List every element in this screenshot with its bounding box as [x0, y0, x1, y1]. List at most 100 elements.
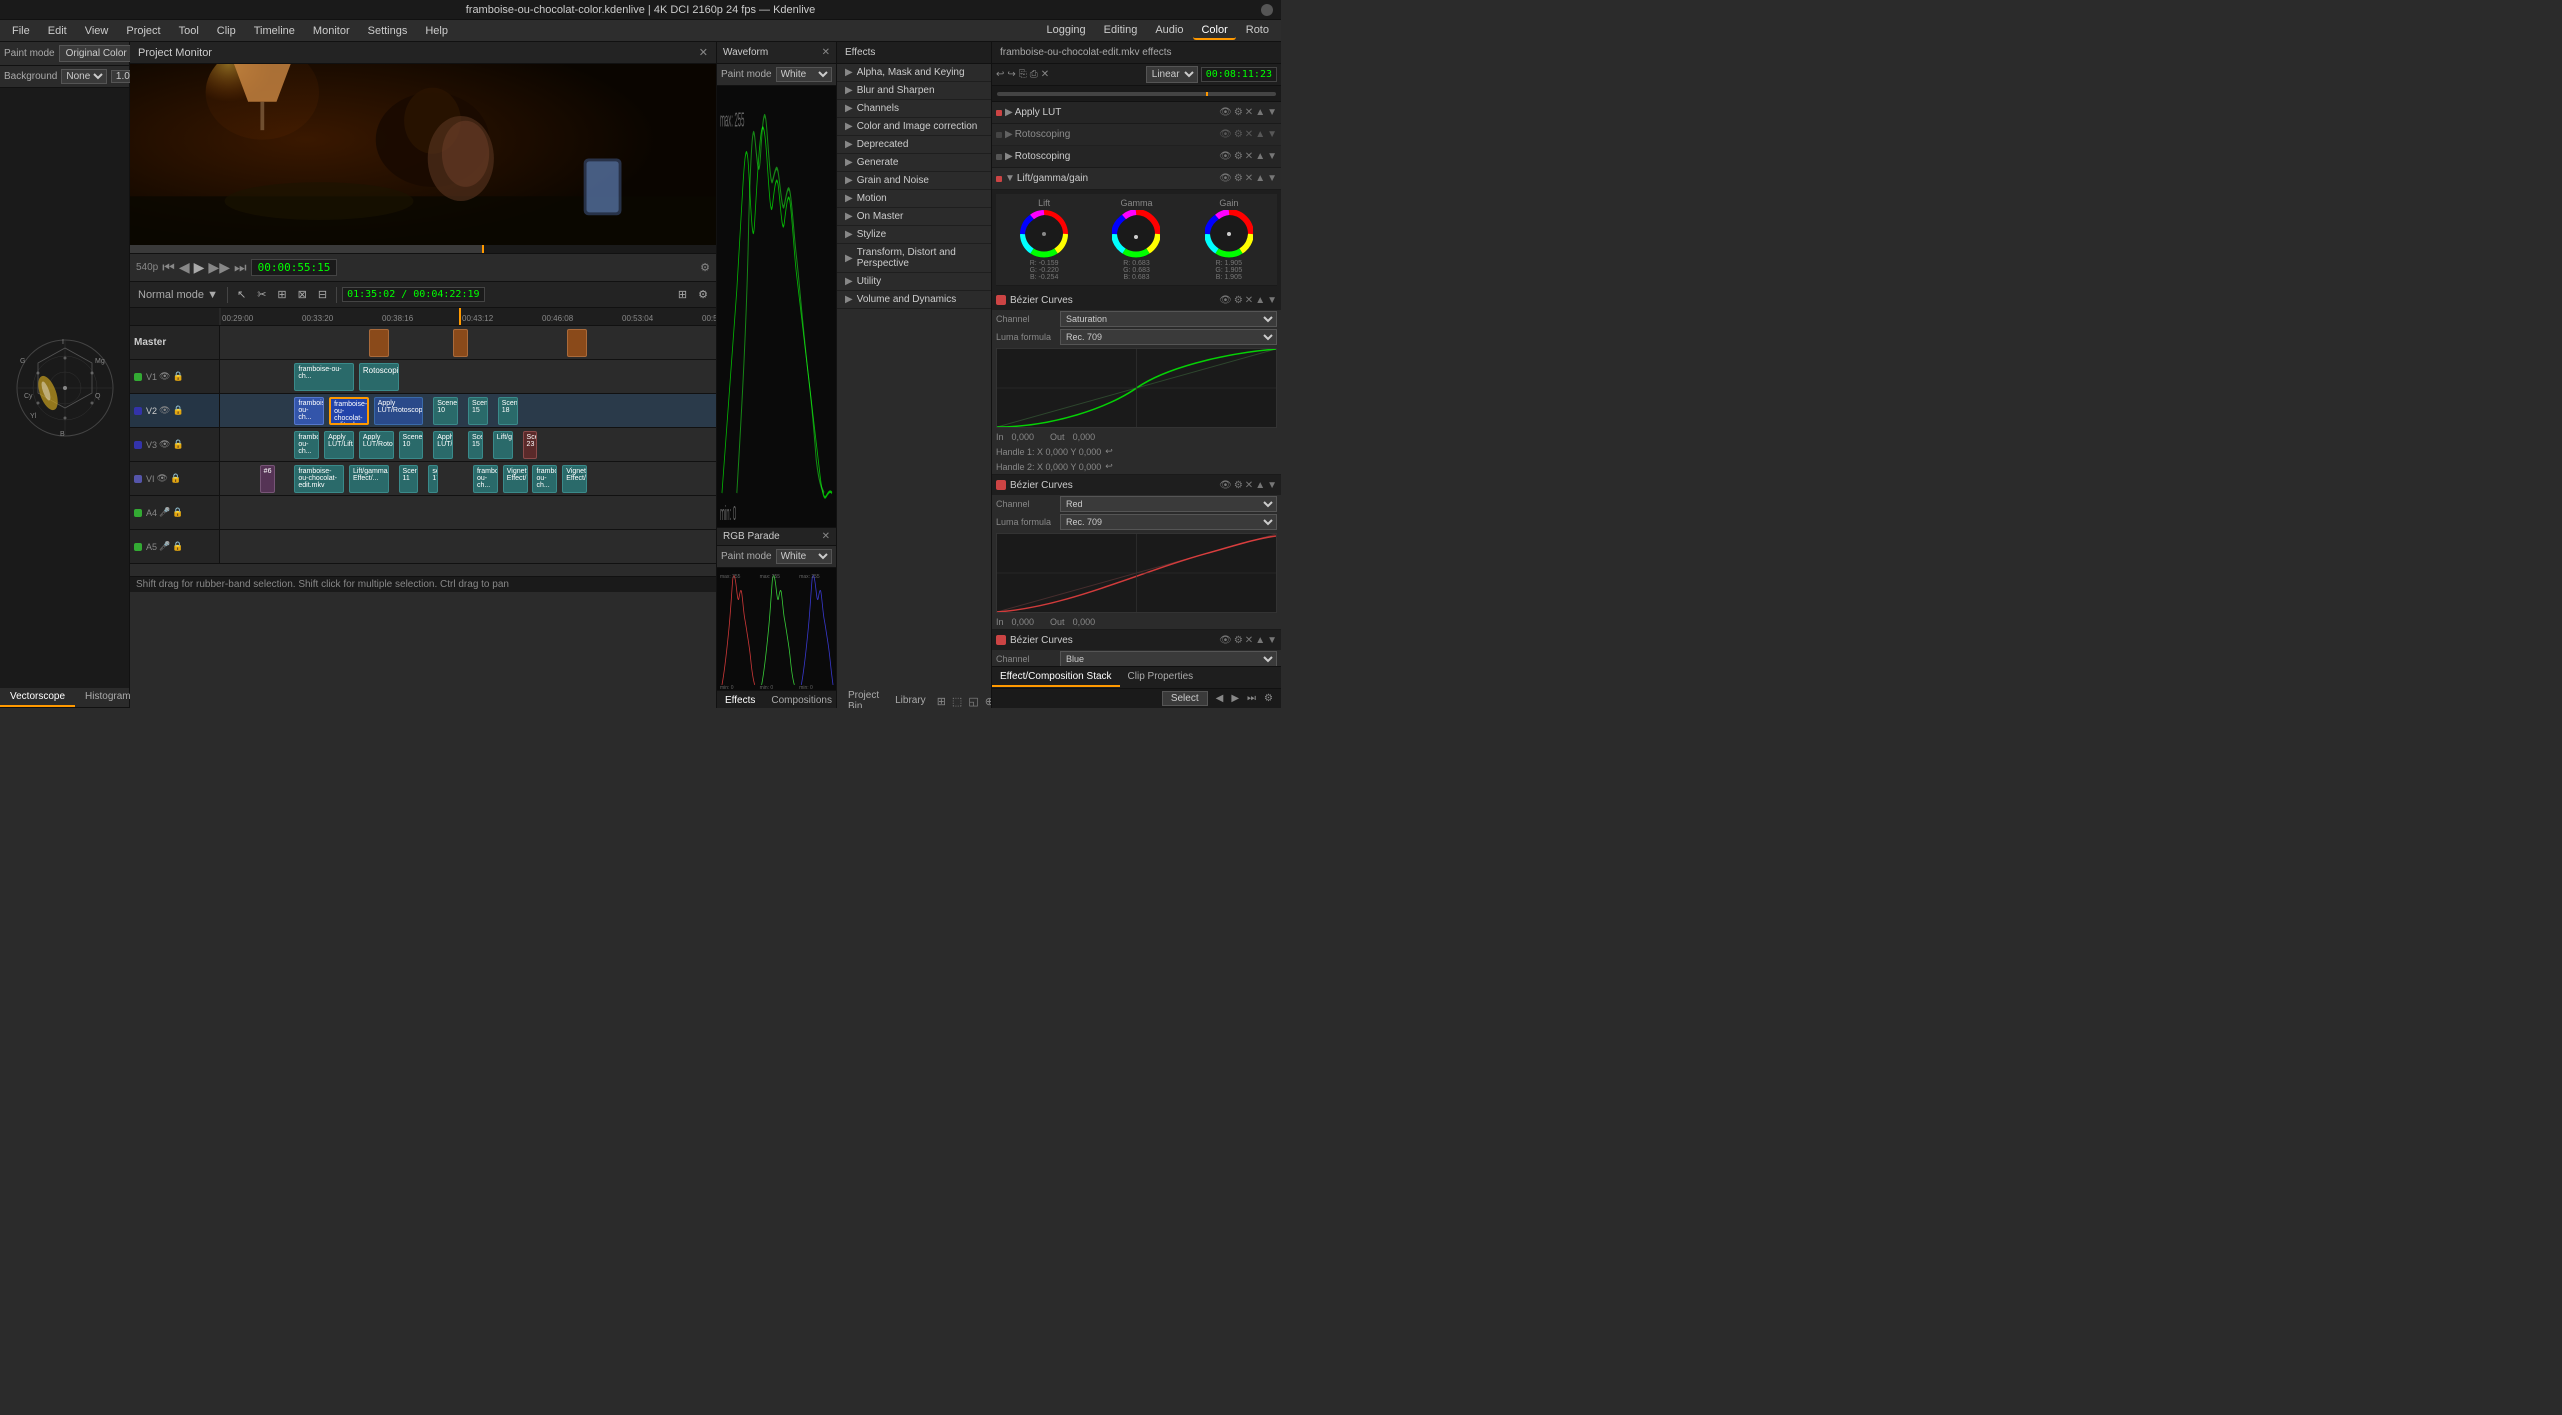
bezier-del-1[interactable]: ✕: [1245, 295, 1253, 306]
effect-settings-lgg[interactable]: ⚙: [1234, 173, 1243, 184]
bezier-channel-select-1[interactable]: Saturation: [1060, 311, 1277, 327]
menu-clip[interactable]: Clip: [209, 23, 244, 39]
nav-next[interactable]: ▶: [1231, 693, 1239, 704]
effect-settings-roto2[interactable]: ⚙: [1234, 151, 1243, 162]
bezier-toggle-3[interactable]: [996, 635, 1006, 645]
tab-editing[interactable]: Editing: [1096, 22, 1146, 40]
effect-settings-lut[interactable]: ⚙: [1234, 107, 1243, 118]
tab-audio[interactable]: Audio: [1147, 22, 1191, 40]
menu-project[interactable]: Project: [118, 23, 168, 39]
effect-down-roto1[interactable]: ▼: [1267, 129, 1277, 140]
bezier-handle1-reset[interactable]: ↩: [1105, 446, 1113, 457]
effect-eye-lgg[interactable]: 👁: [1219, 173, 1232, 184]
tab-effects[interactable]: Effects: [717, 692, 763, 708]
cat-generate[interactable]: ▶ Generate: [837, 154, 991, 172]
track-clip[interactable]: Vignette Effect/...: [503, 465, 528, 493]
tab-compositions[interactable]: Compositions: [763, 692, 840, 708]
effects-copy-btn[interactable]: ⎘: [1019, 69, 1027, 80]
effects-redo-btn[interactable]: ↪: [1007, 69, 1015, 80]
track-clip[interactable]: Scene 11: [399, 465, 419, 493]
tl-zoom-fit[interactable]: ⊞: [674, 286, 691, 303]
tl-select-tool[interactable]: ↖: [233, 286, 250, 303]
cat-alpha[interactable]: ▶ Alpha, Mask and Keying: [837, 64, 991, 82]
effect-delete-lgg[interactable]: ✕: [1245, 173, 1253, 184]
effect-up-roto1[interactable]: ▲: [1255, 129, 1265, 140]
bezier-down-1[interactable]: ▼: [1267, 295, 1277, 306]
effect-down-roto2[interactable]: ▼: [1267, 151, 1277, 162]
scope-tab-vectorscope[interactable]: Vectorscope: [0, 688, 75, 707]
cat-onmaster[interactable]: ▶ On Master: [837, 208, 991, 226]
effect-expand-roto2[interactable]: ▶: [1005, 151, 1013, 162]
bezier-eye-1[interactable]: 👁: [1219, 295, 1232, 306]
bezier-toggle-2[interactable]: [996, 480, 1006, 490]
track-clip[interactable]: Apply LUT/Rotoscoping/...: [374, 397, 424, 425]
track-clip[interactable]: Scene 18: [498, 397, 518, 425]
tl-normal-mode[interactable]: Normal mode ▼: [134, 287, 222, 303]
track-eye-v2[interactable]: 👁: [159, 405, 170, 416]
track-eye-v3[interactable]: 👁: [159, 439, 170, 450]
track-clip[interactable]: [567, 329, 587, 357]
tl-spacer-tool[interactable]: ⊠: [294, 286, 311, 303]
nav-prev[interactable]: ◀: [1216, 693, 1224, 704]
effect-settings-roto1[interactable]: ⚙: [1234, 129, 1243, 140]
nav-settings[interactable]: ⚙: [1264, 693, 1273, 704]
track-mute-a5[interactable]: 🎤: [159, 541, 170, 552]
bezier-settings-1[interactable]: ⚙: [1234, 295, 1243, 306]
track-content-master[interactable]: [220, 326, 716, 359]
track-clip[interactable]: framboise-ou-ch...: [294, 397, 324, 425]
bezier-curve-area-2[interactable]: [996, 533, 1277, 613]
track-clip[interactable]: Apply LUT/Lift/g...: [433, 431, 453, 459]
select-button[interactable]: Select: [1162, 691, 1208, 706]
track-clip[interactable]: Apply LUT/Rotoscoping/...: [359, 431, 394, 459]
cat-transform[interactable]: ▶ Transform, Distort and Perspective: [837, 244, 991, 273]
tab-clip-props[interactable]: Clip Properties: [1120, 668, 1202, 687]
track-clip[interactable]: Rotoscoping/App...: [359, 363, 399, 391]
tab-effect-stack[interactable]: Effect/Composition Stack: [992, 668, 1120, 687]
monitor-resolution[interactable]: 540p: [136, 262, 158, 273]
track-clip[interactable]: Scene 10: [399, 431, 424, 459]
background-select[interactable]: None: [61, 69, 107, 84]
menu-file[interactable]: File: [4, 23, 38, 39]
track-lock-a4[interactable]: 🔒: [172, 507, 183, 518]
track-clip[interactable]: framboise-ou-chocolat-edit.mkv: [294, 465, 344, 493]
track-content-v2[interactable]: framboise-ou-ch... framboise-ou-chocolat…: [220, 394, 716, 427]
bezier-del-2[interactable]: ✕: [1245, 480, 1253, 491]
cat-motion[interactable]: ▶ Motion: [837, 190, 991, 208]
effect-delete-lut[interactable]: ✕: [1245, 107, 1253, 118]
effect-eye-roto1[interactable]: 👁: [1219, 129, 1232, 140]
rgb-paint-select[interactable]: White: [776, 549, 832, 564]
effect-delete-roto2[interactable]: ✕: [1245, 151, 1253, 162]
track-lock-v3[interactable]: 🔒: [172, 439, 183, 450]
effects-paste-btn[interactable]: ⎙: [1030, 69, 1038, 80]
track-mute-a4[interactable]: 🎤: [159, 507, 170, 518]
menu-edit[interactable]: Edit: [40, 23, 75, 39]
menu-tool[interactable]: Tool: [171, 23, 207, 39]
track-content-a4[interactable]: [220, 496, 716, 529]
bezier-luma-select-2[interactable]: Rec. 709: [1060, 514, 1277, 530]
track-content-v3[interactable]: framboise-ou-ch... Apply LUT/Lift/ga... …: [220, 428, 716, 461]
track-lock-a5[interactable]: 🔒: [172, 541, 183, 552]
track-content-vi[interactable]: #6 framboise-ou-chocolat-edit.mkv Lift/g…: [220, 462, 716, 495]
menu-monitor[interactable]: Monitor: [305, 23, 358, 39]
transport-skip-start[interactable]: ⏮: [162, 259, 175, 276]
track-content-a5[interactable]: [220, 530, 716, 563]
tl-settings[interactable]: ⚙: [694, 286, 712, 303]
bezier-eye-2[interactable]: 👁: [1219, 480, 1232, 491]
effects-undo-btn[interactable]: ↩: [996, 69, 1004, 80]
track-clip[interactable]: Scene 15: [468, 431, 483, 459]
wheel-gain-canvas[interactable]: [1205, 210, 1253, 258]
track-clip[interactable]: framboise-ou-chocolat-edit.mkv: [329, 397, 369, 425]
effects-timecode[interactable]: 00:08:11:23: [1201, 67, 1277, 82]
wheel-gamma-canvas[interactable]: [1112, 210, 1160, 258]
track-clip[interactable]: se 17: [428, 465, 438, 493]
bezier-up-3[interactable]: ▲: [1255, 635, 1265, 646]
effects-del-btn[interactable]: ✕: [1041, 69, 1049, 80]
effect-expand-lgg[interactable]: ▼: [1005, 173, 1015, 184]
bezier-up-2[interactable]: ▲: [1255, 480, 1265, 491]
track-clip[interactable]: [369, 329, 389, 357]
wheel-lift-canvas[interactable]: [1020, 210, 1068, 258]
transport-play[interactable]: ▶: [194, 259, 205, 276]
track-eye-v1[interactable]: 👁: [159, 371, 170, 382]
bezier-handle2-reset[interactable]: ↩: [1105, 461, 1113, 472]
effect-eye-lut[interactable]: 👁: [1219, 107, 1232, 118]
